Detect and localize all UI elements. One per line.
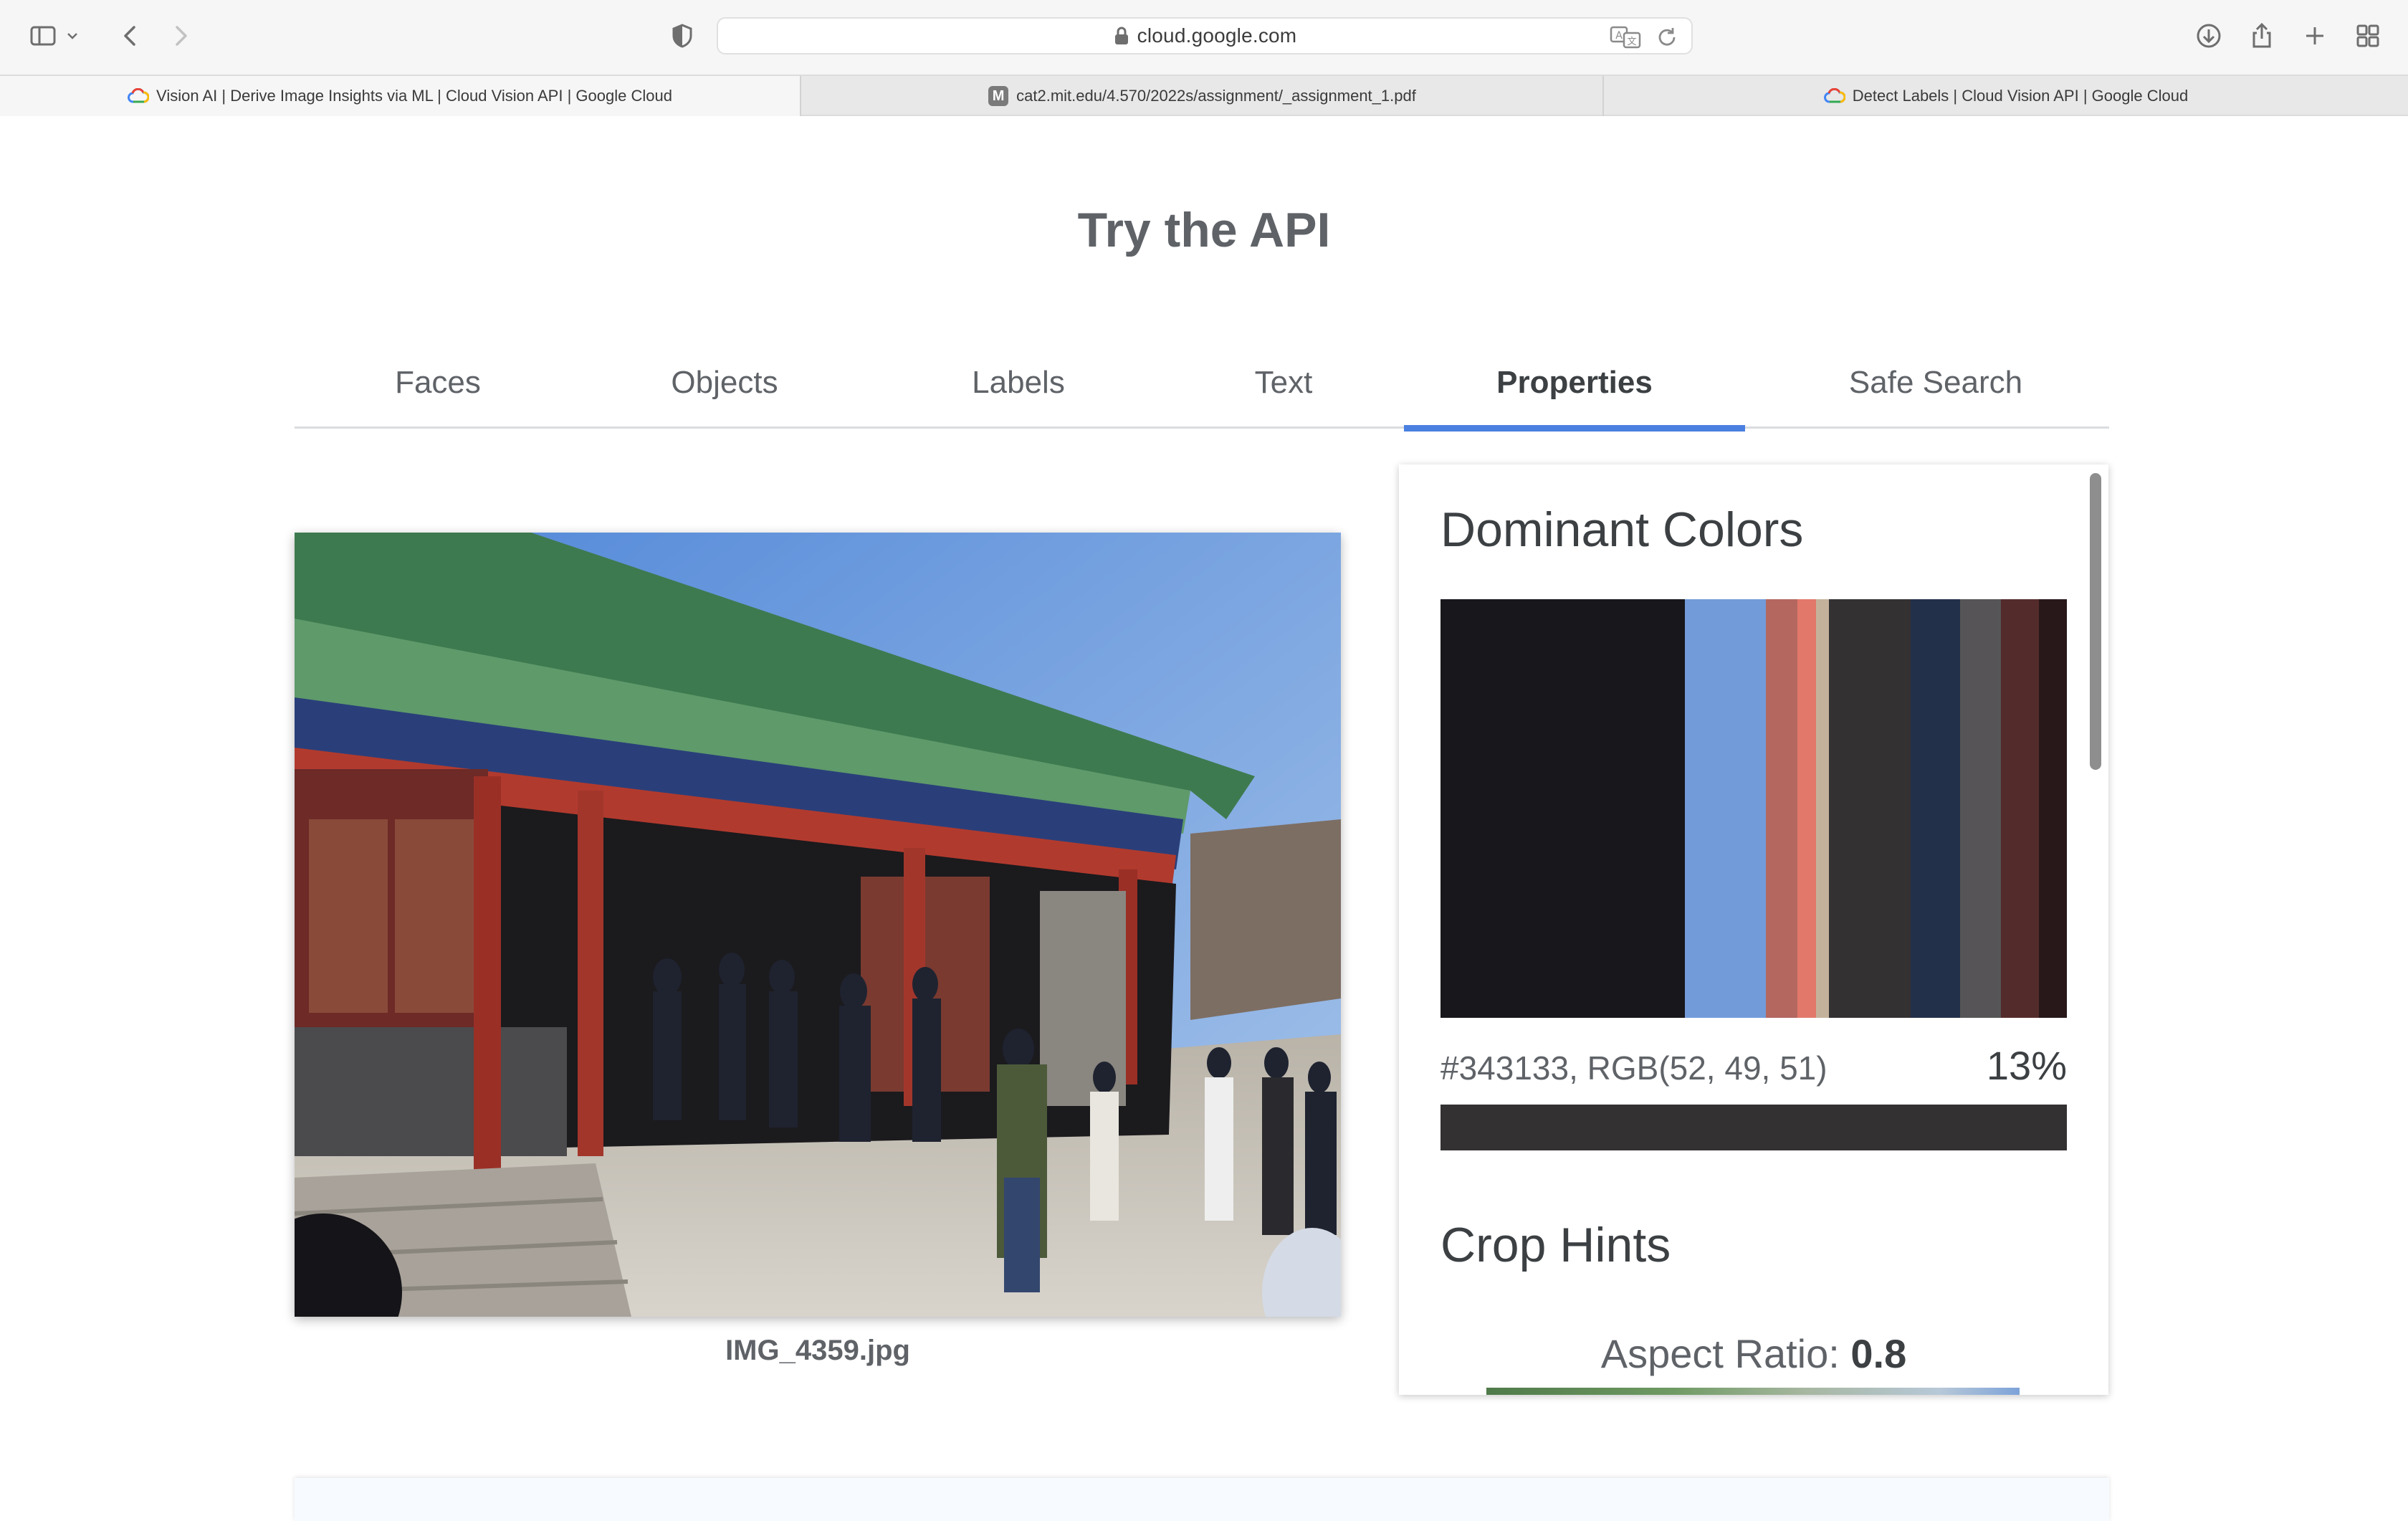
active-tab-indicator [1404,425,1745,431]
svg-text:文: 文 [1627,37,1636,47]
translate-icon[interactable]: A文 [1610,24,1641,50]
results-card [295,1478,2109,1521]
tab-labels[interactable]: Labels [911,337,1126,429]
browser-tab[interactable]: M cat2.mit.edu/4.570/2022s/assignment/_a… [801,76,1604,116]
tab-text[interactable]: Text [1183,337,1384,429]
forward-icon[interactable] [161,16,201,56]
back-icon[interactable] [110,16,150,56]
page-title: Try the API [1077,203,1331,257]
google-cloud-icon [128,85,150,107]
tab-safe-search[interactable]: Safe Search [1800,337,2072,429]
browser-tab[interactable]: Detect Labels | Cloud Vision API | Googl… [1604,76,2408,116]
aspect-ratio-value: 0.8 [1850,1331,1907,1376]
chevron-down-icon[interactable] [62,16,83,56]
properties-panel[interactable]: Dominant Colors #343133, RGB(52, 49, 51)… [1399,464,2108,1395]
panel-scrollbar[interactable] [2090,473,2101,770]
selected-color-info: #343133, RGB(52, 49, 51) 13% [1440,1042,2067,1089]
lock-icon [1113,26,1130,46]
tab-properties[interactable]: Properties [1404,337,1745,431]
dominant-colors-bar[interactable] [1440,599,2068,1018]
new-tab-icon[interactable] [2295,16,2335,56]
feature-tabs: Faces Objects Labels Text Properties Saf… [295,337,2109,431]
dominant-colors-heading: Dominant Colors [1440,502,1804,557]
selected-color-swatch [1440,1105,2067,1150]
color-segment[interactable] [1960,599,2002,1018]
tab-title: Vision AI | Derive Image Insights via ML… [156,87,672,105]
uploaded-image [295,533,1341,1317]
aspect-ratio-label: Aspect Ratio: [1600,1331,1851,1376]
crop-hints-heading: Crop Hints [1440,1218,1671,1272]
svg-text:A: A [1615,30,1623,42]
color-segment[interactable] [1816,599,1829,1018]
reload-icon[interactable] [1654,24,1680,50]
color-segment[interactable] [1766,599,1798,1018]
browser-toolbar: cloud.google.com A文 [0,0,2408,75]
browser-tab-bar: Vision AI | Derive Image Insights via ML… [0,75,2408,116]
browser-tab[interactable]: Vision AI | Derive Image Insights via ML… [0,76,801,116]
google-cloud-icon [1823,85,1845,107]
color-segment[interactable] [2001,599,2039,1018]
tab-title: cat2.mit.edu/4.570/2022s/assignment/_ass… [1016,87,1416,105]
tab-objects[interactable]: Objects [610,337,839,429]
tab-overview-icon[interactable] [2348,16,2388,56]
selected-color-percent: 13% [1986,1043,2067,1088]
tab-title: Detect Labels | Cloud Vision API | Googl… [1852,87,2189,105]
color-segment[interactable] [1910,599,1961,1018]
selected-color-label: #343133, RGB(52, 49, 51) [1440,1049,1828,1087]
color-segment[interactable] [1684,599,1767,1018]
tab-properties-label: Properties [1496,365,1653,400]
sidebar-icon[interactable] [23,16,63,56]
download-icon[interactable] [2189,16,2229,56]
color-segment[interactable] [2038,599,2068,1018]
crop-hint-preview [1486,1388,2020,1395]
color-segment[interactable] [1828,599,1911,1018]
aspect-ratio: Aspect Ratio: 0.8 [1399,1330,2108,1377]
m-icon: M [988,85,1009,107]
image-filename: IMG_4359.jpg [725,1335,910,1366]
address-bar[interactable]: cloud.google.com A文 [717,17,1693,54]
share-icon[interactable] [2242,16,2282,56]
privacy-shield-icon[interactable] [662,16,702,56]
color-segment[interactable] [1797,599,1817,1018]
url-text: cloud.google.com [1137,24,1297,47]
tab-faces[interactable]: Faces [338,337,538,429]
color-segment[interactable] [1440,599,1685,1018]
